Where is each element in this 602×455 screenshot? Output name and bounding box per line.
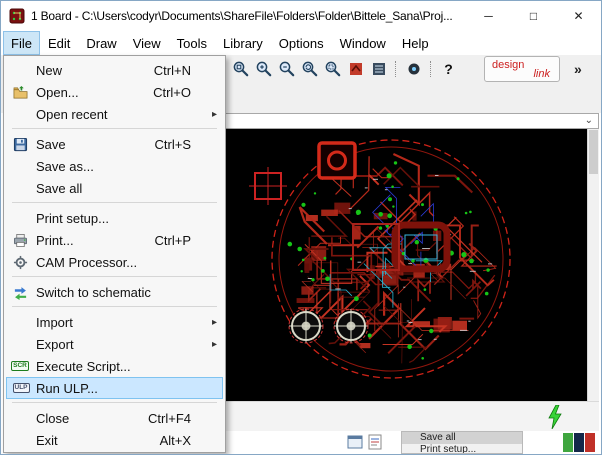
design-link-button[interactable]: design link — [484, 56, 560, 82]
menu-separator — [12, 402, 217, 403]
printer-icon — [4, 233, 36, 248]
vertical-scrollbar[interactable] — [587, 129, 599, 401]
submenu-arrow-icon: ▸ — [212, 317, 217, 328]
zoom-fit-icon[interactable] — [229, 58, 252, 81]
background-menu-fragment: Save all Print setup... — [401, 431, 523, 454]
menu-item-save[interactable]: Save Ctrl+S — [4, 133, 225, 155]
toolbar-overflow-chevron[interactable]: » — [574, 61, 582, 77]
menubar: File Edit Draw View Tools Library Option… — [1, 31, 601, 55]
menu-tools[interactable]: Tools — [169, 31, 215, 55]
scrollbar-thumb[interactable] — [589, 130, 598, 174]
lightning-bolt-icon[interactable] — [547, 405, 563, 434]
ulp-icon: ULP — [6, 383, 36, 394]
background-menu-item-print-setup[interactable]: Print setup... — [402, 444, 522, 454]
menu-separator — [12, 128, 217, 129]
menu-item-run-ulp[interactable]: ULP Run ULP... — [6, 377, 223, 399]
help-icon: ? — [444, 61, 453, 77]
design-link-label-bottom: link — [533, 68, 550, 80]
background-doc-icon[interactable] — [367, 434, 383, 450]
mount-hole-left — [289, 309, 323, 343]
script-scr-icon: SCR — [4, 361, 36, 372]
menu-item-import[interactable]: Import ▸ — [4, 311, 225, 333]
menu-item-cam-processor[interactable]: CAM Processor... — [4, 251, 225, 273]
background-app-icon[interactable] — [347, 434, 363, 450]
maximize-button[interactable]: □ — [511, 1, 556, 31]
window-controls: ─ □ ✕ — [466, 1, 601, 31]
menu-item-print[interactable]: Print... Ctrl+P — [4, 229, 225, 251]
menu-item-save-all[interactable]: Save all — [4, 177, 225, 199]
menu-file[interactable]: File — [3, 31, 40, 55]
save-floppy-icon — [4, 137, 36, 152]
menu-item-execute-script[interactable]: SCR Execute Script... — [4, 355, 225, 377]
menu-item-exit[interactable]: Exit Alt+X — [4, 429, 225, 451]
zoom-in-icon[interactable] — [252, 58, 275, 81]
minimize-button[interactable]: ─ — [466, 1, 511, 31]
menu-item-export[interactable]: Export ▸ — [4, 333, 225, 355]
window-title: 1 Board - C:\Users\codyr\Documents\Share… — [31, 9, 453, 23]
zoom-redraw-icon[interactable] — [298, 58, 321, 81]
help-button[interactable]: ? — [437, 58, 460, 81]
close-button[interactable]: ✕ — [556, 1, 601, 31]
menu-item-close[interactable]: Close Ctrl+F4 — [4, 407, 225, 429]
cam-processor-icon — [4, 255, 36, 270]
zoom-select-icon[interactable] — [321, 58, 344, 81]
titlebar: 1 Board - C:\Users\codyr\Documents\Share… — [1, 1, 601, 31]
errors-icon[interactable] — [402, 58, 425, 81]
toolbar-separator — [395, 61, 397, 77]
ratsnest-icon[interactable] — [344, 58, 367, 81]
submenu-arrow-icon: ▸ — [212, 339, 217, 350]
menu-separator — [12, 202, 217, 203]
chevron-down-icon[interactable]: ⌄ — [585, 114, 593, 128]
menu-library[interactable]: Library — [215, 31, 271, 55]
file-menu-dropdown: New Ctrl+N Open... Ctrl+O Open recent ▸ … — [3, 55, 226, 453]
drc-icon[interactable] — [367, 58, 390, 81]
menu-item-new[interactable]: New Ctrl+N — [4, 59, 225, 81]
submenu-arrow-icon: ▸ — [212, 109, 217, 120]
design-link-label-top: design — [492, 59, 524, 71]
open-folder-icon — [4, 85, 36, 100]
menu-item-open-recent[interactable]: Open recent ▸ — [4, 103, 225, 125]
menu-separator — [12, 306, 217, 307]
switch-schematic-icon — [4, 285, 36, 300]
menu-window[interactable]: Window — [332, 31, 394, 55]
menu-separator — [12, 276, 217, 277]
menu-view[interactable]: View — [125, 31, 169, 55]
zoom-out-icon[interactable] — [275, 58, 298, 81]
pcb-palette-logo — [563, 433, 596, 452]
menu-item-save-as[interactable]: Save as... — [4, 155, 225, 177]
menu-item-switch-to-schematic[interactable]: Switch to schematic — [4, 281, 225, 303]
menu-item-print-setup[interactable]: Print setup... — [4, 207, 225, 229]
background-menu-item-save-all[interactable]: Save all — [402, 432, 522, 444]
menu-item-open[interactable]: Open... Ctrl+O — [4, 81, 225, 103]
toolbar-separator — [430, 61, 432, 77]
menu-draw[interactable]: Draw — [78, 31, 124, 55]
menu-help[interactable]: Help — [394, 31, 437, 55]
menu-edit[interactable]: Edit — [40, 31, 78, 55]
menu-options[interactable]: Options — [271, 31, 332, 55]
eagle-board-window: 1 Board - C:\Users\codyr\Documents\Share… — [0, 0, 602, 455]
app-icon — [9, 8, 25, 24]
